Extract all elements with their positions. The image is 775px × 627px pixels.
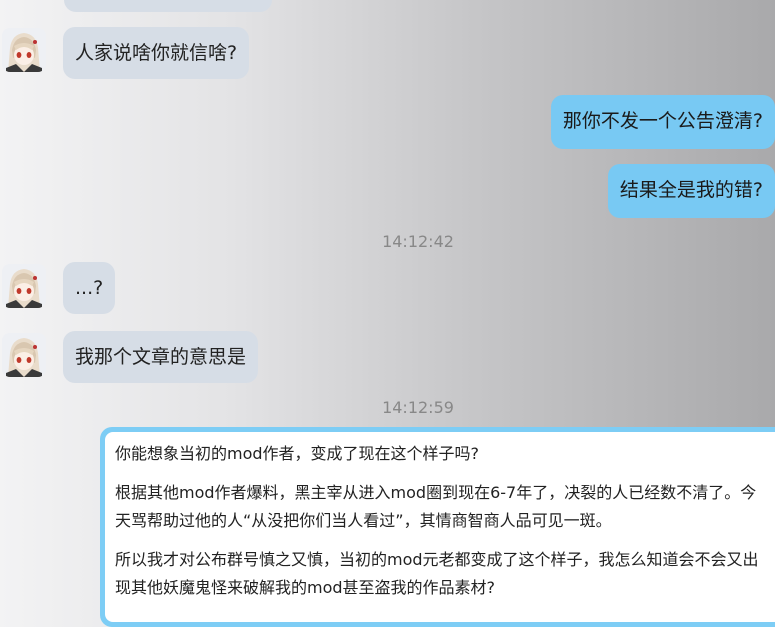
message-bubble-partial[interactable] [64,0,272,12]
timestamp: 14:12:59 [382,398,454,417]
message-text: 人家说啥你就信啥? [75,42,238,64]
contact-avatar[interactable] [2,264,46,308]
message-bubble[interactable]: 我那个文章的意思是 [63,331,259,383]
message-text: 我那个文章的意思是 [75,346,247,368]
contact-avatar[interactable] [2,333,46,377]
card-paragraph: 你能想象当初的mod作者，变成了现在这个样子吗? [115,444,480,463]
contact-avatar[interactable] [2,28,46,72]
card-paragraph: 所以我才对公布群号慎之又慎，当初的mod元老都变成了这个样子，我怎么知道会不会又… [115,550,759,597]
message-bubble-outgoing[interactable]: 结果全是我的错? [607,164,775,218]
timestamp: 14:12:42 [382,232,454,251]
card-paragraph: 根据其他mod作者爆料，黑主宰从进入mod圈到现在6-7年了，决裂的人已经数不清… [115,483,757,530]
message-text: 那你不发一个公告澄清? [562,110,763,132]
message-text: ...? [75,277,104,299]
card-content: 你能想象当初的mod作者，变成了现在这个样子吗? 根据其他mod作者爆料，黑主宰… [105,432,775,622]
message-text: 结果全是我的错? [619,179,763,201]
message-bubble[interactable]: 人家说啥你就信啥? [63,27,250,79]
message-card-outgoing[interactable]: 你能想象当初的mod作者，变成了现在这个样子吗? 根据其他mod作者爆料，黑主宰… [100,427,775,627]
message-bubble-outgoing[interactable]: 那你不发一个公告澄清? [550,95,775,149]
message-bubble[interactable]: ...? [63,262,116,314]
